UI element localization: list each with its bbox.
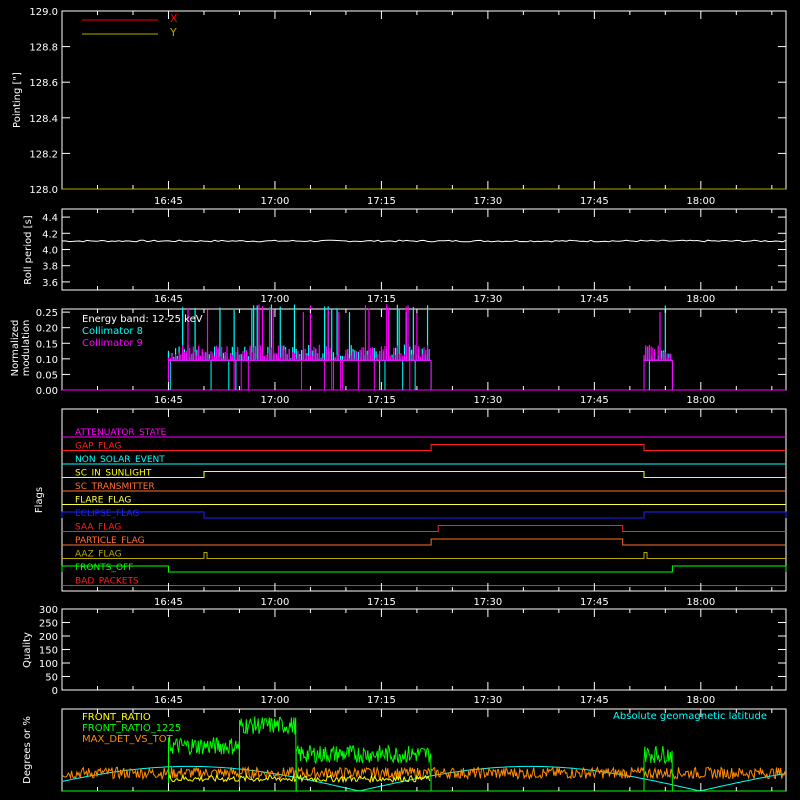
flag-label: FRONTS_OFF: [75, 563, 133, 573]
ytick-label: 128.8: [29, 43, 58, 54]
xtick-label: 18:00: [686, 196, 715, 207]
ratios-legend-front-ratio-1225: FRONT_RATIO_1225: [82, 723, 181, 734]
figure: 128.0 128.2 128.4 128.6 128.8 129.0 Pointing …: [0, 0, 800, 800]
ytick-label: 0: [52, 686, 58, 697]
ytick-label: 150: [39, 646, 58, 657]
ytick-label: 0.10: [36, 355, 58, 366]
xtick-label: 17:45: [580, 196, 609, 207]
modulation-legend-collimator-8: Collimator 8: [82, 326, 143, 337]
pointing-ylabel: Pointing ["]: [12, 72, 23, 128]
ytick-label: 0.25: [36, 308, 58, 319]
xtick-label: 17:30: [473, 294, 502, 305]
ytick-label: 50: [45, 673, 58, 684]
ytick-label: 4.0: [42, 246, 58, 257]
xtick-label: 17:45: [580, 597, 609, 608]
xtick-label: 17:15: [367, 395, 396, 406]
modulation-ylabel-line2: modulation: [21, 320, 32, 377]
ratios-legend-geomagnetic-latitude: Absolute geomagnetic latitude: [613, 711, 767, 722]
ratios-legend-front-ratio: FRONT_RATIO: [82, 712, 151, 723]
xtick-label: 17:00: [261, 597, 290, 608]
xtick-label: 17:30: [473, 695, 502, 706]
ytick-label: 0.00: [36, 386, 58, 397]
flag-label: ECLIPSE_FLAG: [75, 509, 139, 519]
legend-label-y: Y: [169, 26, 177, 39]
xtick-label: 17:00: [261, 294, 290, 305]
xtick-label: 17:15: [367, 294, 396, 305]
figure-background: [0, 0, 800, 800]
roll-ylabel: Roll period [s]: [23, 215, 34, 284]
modulation-legend-collimator-9: Collimator 9: [82, 338, 143, 349]
xtick-label: 16:45: [154, 695, 183, 706]
ytick-label: 3.8: [42, 262, 58, 273]
legend-label-x: X: [170, 12, 178, 25]
ytick-label: 128.6: [29, 78, 58, 89]
xtick-label: 17:30: [473, 395, 502, 406]
xtick-label: 17:45: [580, 294, 609, 305]
ytick-label: 250: [39, 619, 58, 630]
ytick-label: 200: [39, 632, 58, 643]
xtick-label: 16:45: [154, 196, 183, 207]
ytick-label: 4.2: [42, 229, 58, 240]
quality-ylabel: Quality: [22, 632, 33, 668]
ytick-label: 0.05: [36, 370, 58, 381]
xtick-label: 17:15: [367, 196, 396, 207]
xtick-label: 16:45: [154, 294, 183, 305]
xtick-label: 17:00: [261, 395, 290, 406]
xtick-label: 17:45: [580, 695, 609, 706]
xtick-label: 17:30: [473, 597, 502, 608]
ytick-label: 128.2: [29, 149, 58, 160]
ytick-label: 3.6: [42, 278, 58, 289]
flags-ylabel: Flags: [34, 487, 45, 513]
ytick-label: 0.20: [36, 324, 58, 335]
modulation-legend-energy-band: Energy band: 12-25 keV: [82, 314, 203, 325]
xtick-label: 18:00: [686, 294, 715, 305]
xtick-label: 17:15: [367, 695, 396, 706]
ytick-label: 100: [39, 659, 58, 670]
xtick-label: 16:45: [154, 395, 183, 406]
xtick-label: 17:15: [367, 597, 396, 608]
ratios-ylabel: Degrees or %: [22, 716, 33, 784]
xtick-label: 18:00: [686, 395, 715, 406]
ytick-label: 300: [39, 605, 58, 616]
xtick-label: 17:45: [580, 395, 609, 406]
ratios-legend-max-det-vs-tot: MAX_DET_VS_TOT: [82, 734, 174, 745]
xtick-label: 17:00: [261, 695, 290, 706]
xtick-label: 17:00: [261, 196, 290, 207]
modulation-ylabel-line1: Normalized: [10, 320, 21, 377]
ytick-label: 128.0: [29, 185, 58, 196]
xtick-label: 17:30: [473, 196, 502, 207]
xtick-label: 18:00: [686, 597, 715, 608]
xtick-label: 16:45: [154, 597, 183, 608]
ytick-label: 0.15: [36, 339, 58, 350]
ytick-label: 129.0: [29, 7, 58, 18]
xtick-label: 18:00: [686, 695, 715, 706]
ytick-label: 4.4: [42, 213, 58, 224]
ytick-label: 128.4: [29, 114, 58, 125]
